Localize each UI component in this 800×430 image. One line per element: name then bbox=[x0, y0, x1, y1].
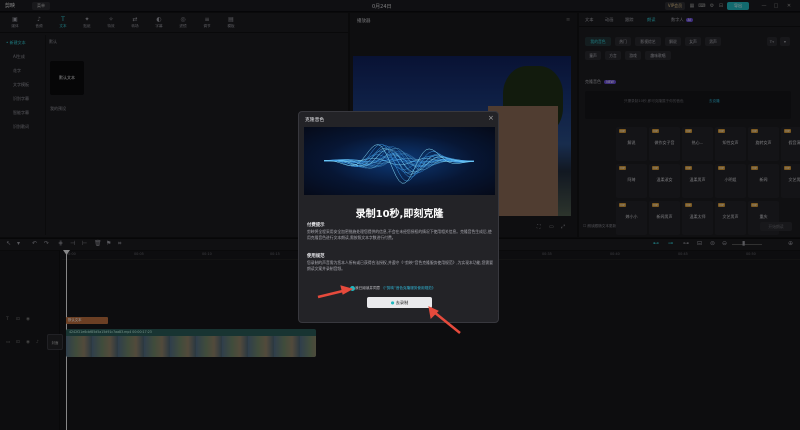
dialog-headline: 录制10秒,即刻克隆 bbox=[355, 209, 444, 220]
soundwave-graphic bbox=[323, 143, 475, 184]
agree-text: 我已阅读并同意 《“剪映”音色克隆服务使用规范》 bbox=[355, 286, 436, 290]
go-record-button[interactable]: ● 去录制 bbox=[367, 297, 432, 308]
clone-voice-dialog: 克隆音色 × 录制10秒,即刻克隆 付费提示 剪映将全程采用安全加密措施处理您提… bbox=[298, 111, 499, 323]
fee-notice-text: 剪映将全程采用安全加密措施处理您提供的信息,不会在未经您授权的情况下使用相关信息… bbox=[307, 229, 492, 240]
dialog-close-icon[interactable]: × bbox=[488, 114, 494, 122]
usage-rules-text: 您录制的声音需为您本人所有或已获得合法授权,并遵守《“剪映”音色克隆服务使用规范… bbox=[307, 260, 494, 271]
dialog-banner bbox=[304, 127, 495, 195]
usage-rules-title: 使用规范 bbox=[307, 254, 325, 259]
dialog-title: 克隆音色 bbox=[305, 118, 325, 123]
usage-rules-link[interactable]: 《“剪映”音色克隆服务使用规范》 bbox=[381, 286, 435, 290]
fee-notice-title: 付费提示 bbox=[307, 223, 325, 228]
